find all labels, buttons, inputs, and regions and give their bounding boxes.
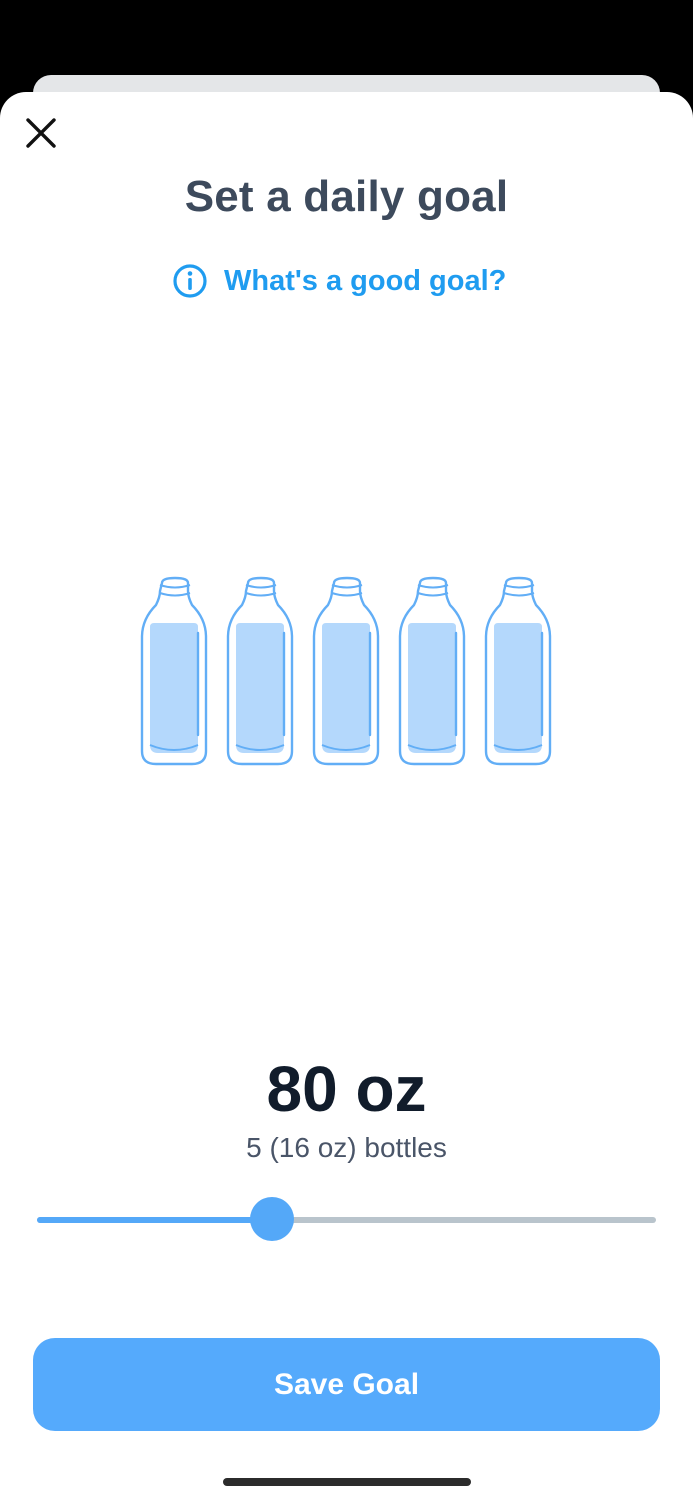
water-bottle-icon: [140, 576, 208, 766]
info-icon: [173, 264, 207, 298]
water-bottle-icon: [484, 576, 552, 766]
slider-fill: [37, 1217, 272, 1223]
goal-modal-sheet: [0, 92, 693, 1500]
goal-amount: 80 oz: [266, 1053, 427, 1125]
good-goal-help-link[interactable]: What's a good goal?: [172, 262, 506, 300]
bottles-illustration: [140, 576, 552, 766]
close-button[interactable]: [18, 110, 64, 156]
water-bottle-icon: [398, 576, 466, 766]
save-goal-button[interactable]: Save Goal: [33, 1338, 660, 1431]
water-bottle-icon: [226, 576, 294, 766]
page-title: Set a daily goal: [184, 172, 509, 221]
bottles-count-text: 5 (16 oz) bottles: [246, 1132, 447, 1163]
goal-slider[interactable]: [37, 1197, 656, 1243]
water-bottle-icon: [312, 576, 380, 766]
close-icon: [26, 118, 56, 148]
help-link-label: What's a good goal?: [224, 264, 507, 297]
home-indicator: [223, 1478, 471, 1486]
slider-thumb[interactable]: [250, 1197, 294, 1241]
